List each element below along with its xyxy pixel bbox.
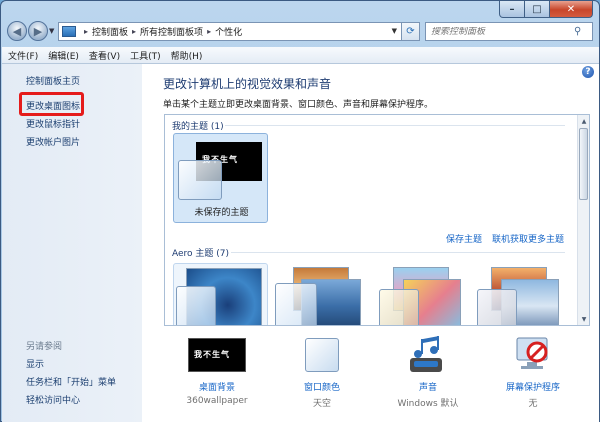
tray-label[interactable]: 窗口颜色	[272, 380, 372, 393]
chevron-right-icon[interactable]: ▸	[207, 27, 211, 36]
page-subtitle: 单击某个主题立即更改桌面背景、窗口颜色、声音和屏幕保护程序。	[163, 100, 434, 110]
scroll-down-icon[interactable]: ▼	[579, 314, 589, 324]
see-also-heading: 另请参阅	[26, 342, 63, 352]
menu-tools[interactable]: 工具(T)	[130, 49, 161, 62]
help-icon[interactable]: ?	[582, 66, 594, 78]
maximize-button[interactable]: □	[525, 1, 550, 18]
scrollbar-thumb[interactable]	[579, 128, 588, 200]
close-button[interactable]: ✕	[550, 1, 593, 18]
divider	[225, 125, 565, 126]
tray-label[interactable]: 屏幕保护程序	[483, 380, 583, 393]
theme-settings-tray: 我不生气 桌面背景 360wallpaper 窗口颜色 天空 声音 Window…	[150, 330, 599, 422]
menu-help[interactable]: 帮助(H)	[171, 49, 203, 62]
get-more-themes-link[interactable]: 联机获取更多主题	[492, 232, 564, 245]
forward-button[interactable]: ▶	[28, 21, 48, 41]
window-color-swatch	[176, 286, 216, 325]
breadcrumb-all-items[interactable]: 所有控制面板项	[140, 25, 203, 38]
theme-name: 未保存的主题	[194, 208, 249, 218]
search-input[interactable]	[426, 26, 574, 37]
refresh-icon: ⟳	[406, 26, 415, 37]
vertical-scrollbar[interactable]: ▲ ▼	[577, 115, 589, 325]
link-ease-of-access[interactable]: 轻松访问中心	[26, 393, 80, 406]
search-icon[interactable]: ⚲	[574, 26, 581, 37]
window-color-icon	[305, 338, 339, 372]
desktop-background-icon: 我不生气	[188, 338, 246, 372]
back-button[interactable]: ◀	[7, 21, 27, 41]
content-area: 控制面板主页 更改桌面图标 更改鼠标指针 更改帐户图片 另请参阅 显示 任务栏和…	[2, 64, 599, 422]
link-display[interactable]: 显示	[26, 357, 44, 370]
menu-view[interactable]: 查看(V)	[89, 49, 120, 62]
search-box[interactable]: ⚲	[425, 22, 593, 41]
save-theme-link[interactable]: 保存主题	[446, 232, 482, 245]
page-title: 更改计算机上的视觉效果和声音	[163, 77, 332, 91]
themes-list[interactable]: 我的主题 (1) 我不生气 未保存的主题 保存主题 联机获取更多主题 Aero …	[164, 114, 590, 326]
theme-unsaved[interactable]: 我不生气 未保存的主题	[173, 133, 268, 223]
address-dropdown-icon[interactable]: ▼	[392, 27, 397, 35]
link-taskbar-start-menu[interactable]: 任务栏和「开始」菜单	[26, 375, 116, 388]
menu-file[interactable]: 文件(F)	[8, 49, 38, 62]
tray-value: 天空	[312, 399, 331, 409]
tray-value: 无	[528, 399, 538, 409]
divider	[231, 252, 565, 253]
menu-bar: 文件(F) 编辑(E) 查看(V) 工具(T) 帮助(H)	[2, 47, 599, 64]
address-bar[interactable]: ▸ 控制面板 ▸ 所有控制面板项 ▸ 个性化 ▼	[58, 22, 420, 41]
menu-edit[interactable]: 编辑(E)	[48, 49, 79, 62]
music-notes-icon	[410, 336, 442, 372]
link-change-mouse-pointers[interactable]: 更改鼠标指针	[26, 117, 80, 130]
tray-value: Windows 默认	[397, 399, 459, 409]
chevron-right-icon[interactable]: ▸	[84, 27, 88, 36]
minimize-button[interactable]: –	[499, 1, 525, 18]
control-panel-icon	[62, 26, 76, 37]
window-color-swatch	[379, 289, 419, 325]
tray-label[interactable]: 桌面背景	[167, 380, 267, 393]
window-color-swatch	[477, 289, 517, 325]
forward-arrow-icon: ▶	[33, 24, 43, 38]
screensaver-none-icon	[516, 337, 548, 369]
link-control-panel-home[interactable]: 控制面板主页	[26, 74, 80, 87]
link-change-account-picture[interactable]: 更改帐户图片	[26, 135, 80, 148]
refresh-button[interactable]: ⟳	[401, 22, 420, 41]
link-change-desktop-icons[interactable]: 更改桌面图标	[26, 99, 80, 112]
breadcrumb-personalization[interactable]: 个性化	[215, 25, 242, 38]
theme-aero-architecture[interactable]	[271, 263, 365, 325]
chevron-right-icon[interactable]: ▸	[132, 27, 136, 36]
scroll-up-icon[interactable]: ▲	[579, 116, 589, 126]
task-pane: 控制面板主页 更改桌面图标 更改鼠标指针 更改帐户图片 另请参阅 显示 任务栏和…	[2, 64, 142, 422]
tray-label[interactable]: 声音	[378, 380, 478, 393]
caption-buttons: – □ ✕	[499, 1, 593, 18]
window-color-swatch	[275, 283, 317, 325]
my-themes-header: 我的主题 (1)	[172, 122, 224, 132]
thumbnail-text: 我不生气	[194, 350, 230, 359]
theme-aero-landscapes[interactable]	[465, 263, 575, 325]
window-color-swatch	[178, 160, 222, 200]
theme-aero-windows7[interactable]	[173, 263, 268, 325]
recent-pages-dropdown[interactable]: ▼	[49, 27, 54, 35]
control-panel-window: – □ ✕ ◀ ▶ ▼ ▸ 控制面板 ▸ 所有控制面板项 ▸ 个性化 ▼ ⟳ ⚲…	[0, 0, 600, 422]
theme-aero-characters[interactable]	[369, 263, 463, 325]
navigation-bar: ◀ ▶ ▼ ▸ 控制面板 ▸ 所有控制面板项 ▸ 个性化 ▼ ⟳ ⚲	[1, 19, 600, 45]
aero-themes-header: Aero 主题 (7)	[172, 249, 230, 259]
back-arrow-icon: ◀	[12, 24, 22, 38]
tray-value: 360wallpaper	[186, 396, 248, 406]
breadcrumb-control-panel[interactable]: 控制面板	[92, 25, 128, 38]
